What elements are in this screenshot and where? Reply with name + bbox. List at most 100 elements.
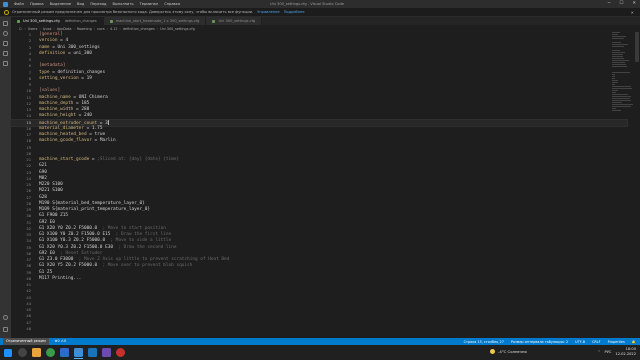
gcode-command: G28 bbox=[39, 194, 47, 200]
source-control-icon[interactable] bbox=[3, 41, 8, 46]
code-comment: ; Move over to prevent blob squish bbox=[102, 263, 193, 269]
code-comment: ; Draw the second line bbox=[118, 244, 177, 250]
gear-icon[interactable] bbox=[3, 327, 8, 332]
language-mode[interactable]: Properties bbox=[608, 340, 625, 344]
setting-key: type bbox=[39, 69, 50, 75]
gcode-command: M221 S100 bbox=[39, 188, 63, 194]
breadcrumb-item[interactable]: C: bbox=[19, 27, 23, 31]
editor-tab[interactable]: Uni 300_settings.cfg bbox=[206, 17, 263, 25]
gcode-command: G1 X20 Y0.3 Z0.2 F1500.0 E30 bbox=[39, 244, 114, 250]
file-explorer-icon[interactable] bbox=[32, 348, 41, 357]
tab-label: machine_start_heatmade_1 x 300_settings.… bbox=[115, 19, 200, 23]
window-title: Uni 300_settings.cfg - Visual Studio Cod… bbox=[270, 1, 344, 6]
minimap-line bbox=[612, 74, 615, 75]
menu-item[interactable]: Файл bbox=[14, 2, 24, 6]
account-icon[interactable] bbox=[3, 315, 8, 320]
editor-tab[interactable]: Uni 300_settings.cfg definition_changes bbox=[11, 17, 104, 25]
code-editor[interactable]: 1 [general] 2 version = 4 3 name = Uni 300_se… bbox=[10, 32, 628, 338]
restricted-mode-status[interactable]: Ограниченный режим bbox=[3, 338, 49, 345]
setting-value: 19 bbox=[86, 75, 92, 81]
run-debug-icon[interactable] bbox=[3, 51, 8, 56]
cursor-position[interactable]: Строка 15, столбец 27 bbox=[464, 340, 504, 344]
setting-value: uni_300 bbox=[73, 50, 92, 56]
status-bar: Ограниченный режим ⊗0 ⚠0 Строка 15, стол… bbox=[0, 338, 640, 345]
close-banner-button[interactable]: ✕ bbox=[631, 10, 634, 15]
tab-folder-hint: definition_changes bbox=[64, 19, 97, 23]
menu-item[interactable]: Переход bbox=[90, 2, 106, 6]
extensions-icon[interactable] bbox=[3, 61, 8, 66]
minimap-line bbox=[612, 106, 631, 107]
code-comment: ;Sliced at: {day} {date} {time} bbox=[97, 157, 180, 162]
window-controls: ─ ☐ ✕ bbox=[608, 1, 636, 6]
equals-sign: = bbox=[49, 44, 58, 50]
menu-item[interactable]: Вид bbox=[77, 2, 84, 6]
breadcrumb: C: › Users › lyuss › AppData › Roaming › cura › 4.12… bbox=[11, 25, 640, 32]
setting-value: 1.75 bbox=[91, 125, 103, 131]
indentation-status[interactable]: Размер интервала табуляции: 2 bbox=[511, 340, 568, 344]
setting-key: machine_name bbox=[39, 94, 71, 100]
menu-item[interactable]: Выполнить bbox=[113, 2, 134, 6]
equals-sign: = bbox=[70, 94, 79, 100]
minimap-line bbox=[612, 34, 618, 35]
teams-taskbar-icon[interactable] bbox=[102, 348, 111, 357]
problems-status[interactable]: ⊗0 ⚠0 bbox=[55, 338, 66, 345]
restricted-mode-banner: Ограниченный режим предназначен для прос… bbox=[0, 8, 640, 17]
learn-more-link[interactable]: Подробнее bbox=[284, 10, 305, 14]
minimap-line bbox=[612, 84, 615, 85]
manage-link[interactable]: Управление bbox=[257, 10, 280, 14]
breadcrumb-item[interactable]: definition_changes bbox=[123, 27, 155, 31]
setting-value: Uni 300_settings bbox=[57, 44, 100, 50]
gcode-command: M117 Printing... bbox=[39, 275, 82, 281]
tab-label: Uni 300_settings.cfg bbox=[23, 19, 60, 23]
search-icon[interactable] bbox=[3, 31, 8, 36]
gcode-command: G1 Z3.0 F3000 bbox=[39, 257, 74, 262]
minimap[interactable] bbox=[612, 32, 634, 112]
notifications-bell-icon[interactable]: 🔔 bbox=[632, 340, 636, 344]
code-comment: ; Move to side a little bbox=[110, 238, 172, 244]
code-line[interactable]: 48 bbox=[11, 326, 627, 332]
weather-widget[interactable]: -4°C Солнечно bbox=[490, 349, 527, 354]
menu-item[interactable]: Справка bbox=[164, 2, 180, 6]
file-icon bbox=[109, 19, 113, 23]
chevron-up-icon[interactable]: ⌃ bbox=[598, 350, 601, 354]
start-button-icon[interactable] bbox=[4, 348, 12, 357]
vertical-scrollbar[interactable] bbox=[634, 32, 640, 338]
maximize-button[interactable]: ☐ bbox=[619, 1, 623, 6]
menu-item[interactable]: Терминал bbox=[140, 2, 159, 6]
word-taskbar-icon[interactable] bbox=[88, 348, 97, 357]
gcode-command: M109 S{material_print_temperature_layer_… bbox=[39, 207, 151, 212]
minimize-button[interactable]: ─ bbox=[608, 1, 611, 6]
chrome-icon[interactable] bbox=[46, 348, 55, 357]
language-indicator[interactable]: РУС bbox=[605, 350, 612, 354]
breadcrumb-item[interactable]: AppData bbox=[57, 27, 72, 31]
menu-item[interactable]: Правка bbox=[30, 2, 44, 6]
vscode-taskbar-icon[interactable] bbox=[74, 348, 83, 357]
gcode-command: G1 Z5 bbox=[39, 269, 53, 275]
setting-value: 240 bbox=[83, 113, 92, 119]
search-taskbar-icon[interactable] bbox=[18, 348, 27, 357]
menu-bar: Файл Правка Выделение Вид Переход Выполнить Те… bbox=[0, 2, 180, 6]
breadcrumb-item[interactable]: cura bbox=[97, 27, 105, 31]
gcode-command: G1 X100 Y0 Z0.2 F1500.0 E15 bbox=[39, 232, 111, 237]
gcode-command: G1 X20 Y0 Z0.2 F5000.0 bbox=[39, 225, 98, 231]
explorer-icon[interactable] bbox=[3, 21, 8, 26]
setting-key: machine_extruder_count bbox=[39, 120, 98, 126]
opera-taskbar-icon[interactable] bbox=[116, 348, 125, 357]
breadcrumb-item[interactable]: Uni 300_settings.cfg bbox=[160, 27, 195, 31]
setting-key: setting_version bbox=[39, 75, 79, 81]
menu-item[interactable]: Выделение bbox=[50, 2, 71, 6]
breadcrumb-item[interactable]: Users bbox=[28, 27, 38, 31]
encoding-status[interactable]: UTF-8 bbox=[575, 340, 585, 344]
minimap-line bbox=[612, 62, 625, 63]
setting-value: 4 bbox=[65, 38, 69, 44]
app-taskbar-icon[interactable] bbox=[60, 348, 69, 357]
editor-tab[interactable]: machine_start_heatmade_1 x 300_settings.… bbox=[103, 17, 207, 25]
breadcrumb-item[interactable]: lyuss bbox=[43, 27, 52, 31]
breadcrumb-item[interactable]: 4.12 bbox=[110, 27, 118, 31]
minimap-line bbox=[612, 102, 622, 103]
clock[interactable]: 18:00 12.02.2022 bbox=[615, 347, 636, 356]
scrollbar-thumb[interactable] bbox=[635, 32, 639, 62]
eol-status[interactable]: CRLF bbox=[592, 340, 601, 344]
close-window-button[interactable]: ✕ bbox=[632, 1, 636, 6]
breadcrumb-item[interactable]: Roaming bbox=[77, 27, 92, 31]
